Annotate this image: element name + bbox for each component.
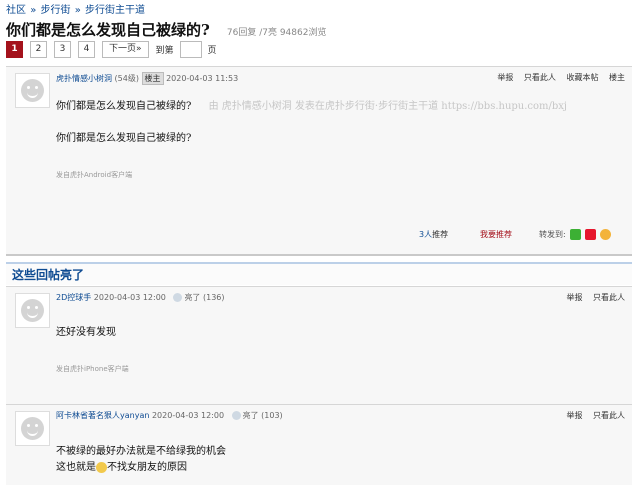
goto-page-input[interactable] [179,41,202,58]
want-recommend-button[interactable]: 我要推荐 [480,229,512,240]
reply-post: 2D控球手 2020-04-03 12:00 亮了 (136) 举报 只看此人 … [6,286,632,404]
device-label: 发自虎扑Android客户端 [56,171,133,179]
recommend-number[interactable]: 3人 [419,230,432,239]
wechat-icon[interactable] [569,229,581,240]
page-unit-label: 页 [207,46,217,56]
page-4-button[interactable]: 4 [78,41,95,58]
only-this-user-button[interactable]: 只看此人 [593,293,625,302]
breadcrumb-separator: » [74,5,81,16]
report-button[interactable]: 举报 [566,293,582,302]
highlighted-replies-header: 这些回帖亮了 [6,262,632,285]
avatar[interactable] [15,293,50,328]
breadcrumb-separator: » [30,5,37,16]
report-button[interactable]: 举报 [497,73,513,82]
author-level: (54级) [114,74,139,83]
breadcrumb-community-link[interactable]: 社区 [6,5,26,16]
post-actions: 举报 只看此人 [558,292,625,303]
breadcrumb-main-board-link[interactable]: 步行街主干道 [85,5,145,16]
light-count: (136) [202,293,225,302]
page-1-button[interactable]: 1 [6,41,23,58]
post-text: 你们都是怎么发现自己被绿的? [56,101,192,112]
sad-emoji-icon [96,462,107,473]
op-badge: 楼主 [141,72,164,85]
recommend-count: 3人推荐 [419,229,448,240]
avatar-face-icon [21,79,44,102]
post-header: 2D控球手 2020-04-03 12:00 亮了 (136) [56,292,225,303]
light-label[interactable]: 亮了 [184,293,200,302]
only-this-user-button[interactable]: 只看此人 [524,73,556,82]
next-page-button[interactable]: 下一页» [102,41,149,58]
post-actions: 举报 只看此人 [558,410,625,421]
post-watermark: 由 虎扑情感小树洞 发表在虎扑步行街·步行街主干道 https://bbs.hu… [208,101,568,112]
avatar-face-icon [21,299,44,322]
light-label[interactable]: 亮了 [243,411,259,420]
light-bulb-icon[interactable] [231,411,241,420]
author-link[interactable]: 2D控球手 [56,293,91,302]
original-post: 虎扑情感小树洞 (54级) 楼主 2020-04-03 11:53 举报 只看此… [6,66,632,256]
post-text-part: 这也就是 [56,462,96,473]
post-actions: 举报 只看此人 收藏本帖 楼主 [489,72,625,83]
post-text-part: 不找女朋友的原因 [107,462,187,473]
qq-icon[interactable] [599,229,611,240]
report-button[interactable]: 举报 [566,411,582,420]
avatar[interactable] [15,73,50,108]
breadcrumb-bxj-link[interactable]: 步行街 [41,5,71,16]
post-time: 2020-04-03 11:53 [166,74,239,83]
avatar-face-icon [21,417,44,440]
post-text-line1: 不被绿的最好办法就是不给绿我的机会 [56,446,226,457]
author-link[interactable]: 阿卡林省著名狠人yanyan [56,411,149,420]
post-header: 虎扑情感小树洞 (54级) 楼主 2020-04-03 11:53 [56,72,238,85]
pagination: 1 2 3 4 下一页» 到第 页 [6,41,217,58]
weibo-icon[interactable] [584,229,596,240]
thread-header: 你们都是怎么发现自己被绿的? 76回复 /7亮 94862浏览 [6,19,326,40]
share-bar: 转发到: [539,229,611,240]
avatar[interactable] [15,411,50,446]
post-time: 2020-04-03 12:00 [93,293,166,302]
light-count: (103) [261,411,283,420]
post-content-line: 你们都是怎么发现自己被绿的? 由 虎扑情感小树洞 发表在虎扑步行街·步行街主干道… [56,97,567,112]
breadcrumb: 社区 » 步行街 » 步行街主干道 [6,1,145,16]
page-3-button[interactable]: 3 [54,41,71,58]
only-this-user-button[interactable]: 只看此人 [593,411,625,420]
favorite-button[interactable]: 收藏本帖 [566,73,598,82]
post-header: 阿卡林省著名狠人yanyan 2020-04-03 12:00 亮了 (103) [56,410,283,421]
recommend-label: 推荐 [432,230,449,239]
light-bulb-icon[interactable] [173,293,183,302]
thread-title: 你们都是怎么发现自己被绿的? [6,21,210,39]
device-label: 发自虎扑iPhone客户端 [56,365,129,373]
goto-label: 到第 [155,46,174,56]
post-text: 还好没有发现 [56,327,116,338]
post-text-line2: 你们都是怎么发现自己被绿的? [56,133,192,144]
author-link[interactable]: 虎扑情感小树洞 [56,74,112,83]
post-time: 2020-04-03 12:00 [151,411,225,420]
share-label: 转发到: [539,230,566,239]
post-text-line2: 这也就是 不找女朋友的原因 [56,458,187,473]
reply-post: 阿卡林省著名狠人yanyan 2020-04-03 12:00 亮了 (103)… [6,404,632,485]
section-title: 这些回帖亮了 [12,268,85,282]
thread-stats: 76回复 /7亮 94862浏览 [226,28,327,38]
floor-label: 楼主 [609,73,625,82]
page-2-button[interactable]: 2 [30,41,47,58]
